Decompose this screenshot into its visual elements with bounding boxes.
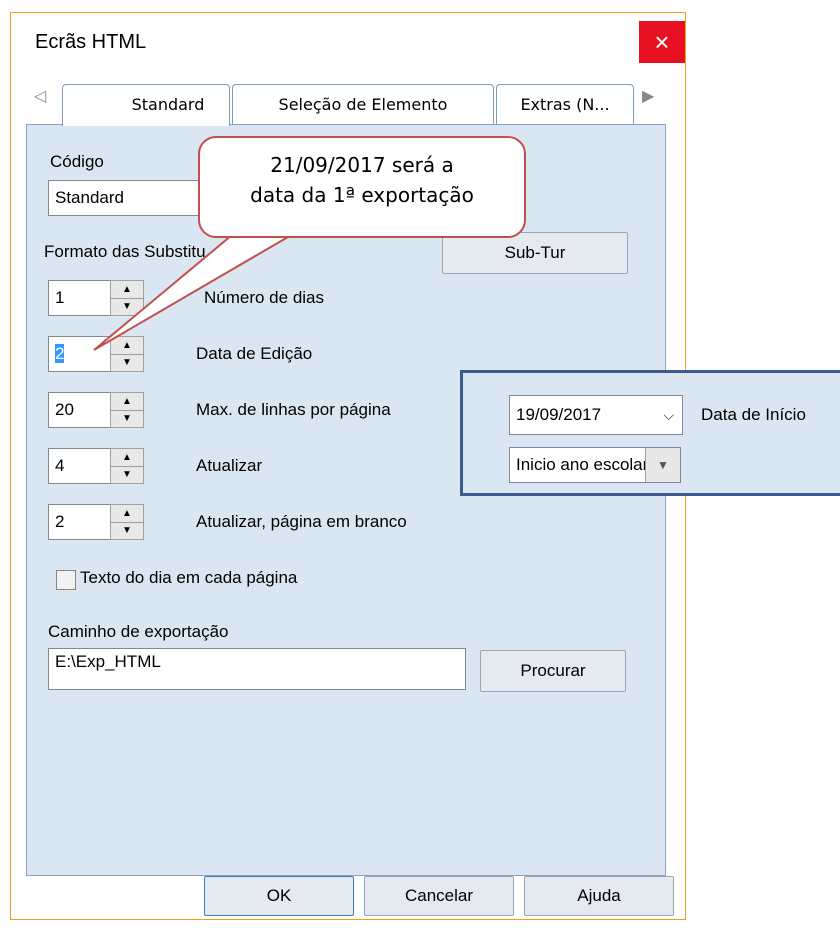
start-date-value: 19/09/2017 <box>516 405 602 424</box>
start-date-picker[interactable]: 19/09/2017 ⌵ <box>509 395 683 435</box>
chevron-down-icon[interactable]: ⌵ <box>663 396 674 434</box>
callout-line1: 21/09/2017 será a <box>270 153 454 177</box>
start-type-select[interactable]: Inicio ano escolar ▼ <box>509 447 681 483</box>
start-type-value: Inicio ano escolar <box>516 455 649 474</box>
callout-line2: data da 1ª exportação <box>250 183 474 207</box>
dropdown-arrow-icon[interactable]: ▼ <box>645 448 680 482</box>
callout-pointer-cover <box>240 226 298 234</box>
start-date-overlay: 19/09/2017 ⌵ Data de Início Inicio ano e… <box>460 370 840 496</box>
callout-annotation: 21/09/2017 será a data da 1ª exportação <box>198 136 526 238</box>
start-date-label: Data de Início <box>701 405 806 424</box>
